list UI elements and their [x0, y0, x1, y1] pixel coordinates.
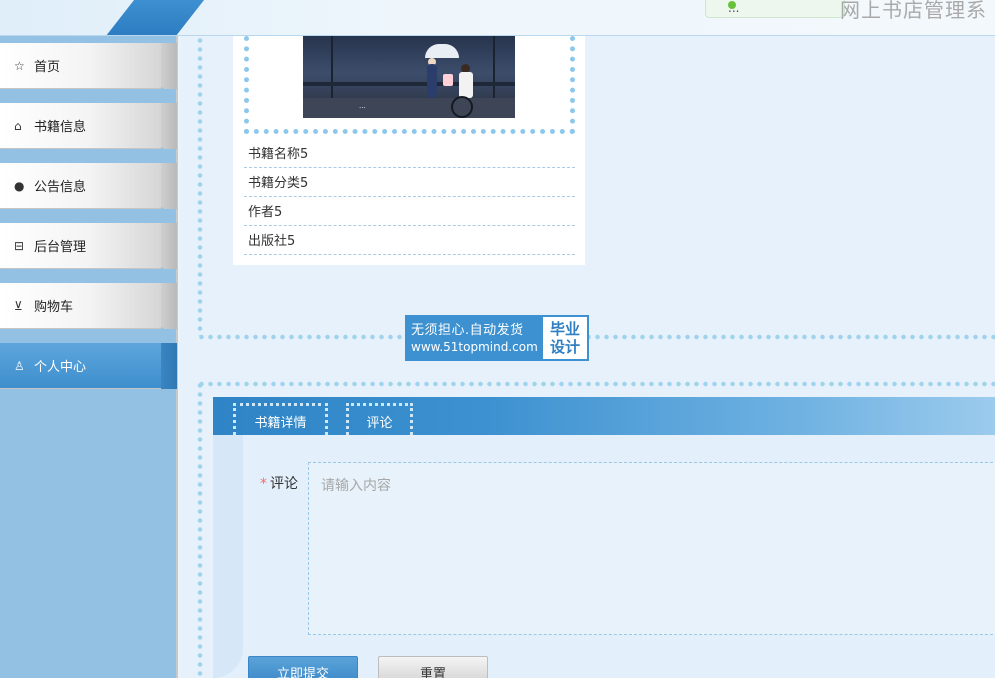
sidebar: ☆ 首页 ⌂ 书籍信息 ● 公告信息 ⊟ 后台管理 ⊻ 购物车 ♙ 个人中心 — [0, 36, 178, 678]
nav-divider-arrow — [161, 267, 175, 283]
dotted-separator — [197, 381, 995, 387]
form-panel-decoration — [213, 435, 243, 678]
sidebar-item-home[interactable]: ☆ 首页 — [0, 43, 177, 89]
tab-comments[interactable]: 评论 — [346, 403, 413, 435]
dotted-border-left-lower — [197, 381, 203, 678]
cover-caption: ... — [359, 102, 366, 110]
sidebar-item-label: 购物车 — [34, 300, 74, 315]
tab-book-details[interactable]: 书籍详情 — [233, 403, 328, 435]
ad-right-line1: 毕业 — [549, 320, 580, 338]
book-card: ... 书籍名称5 书籍分类5 作者5 出版社5 — [233, 36, 585, 265]
ad-badge-right: 毕业 设计 — [543, 317, 587, 359]
alert-circle-icon: ● — [14, 178, 25, 193]
reset-button[interactable]: 重置 — [378, 656, 488, 678]
bag-icon: ⌂ — [14, 118, 22, 133]
sidebar-item-profile[interactable]: ♙ 个人中心 — [0, 343, 177, 389]
nav-divider-arrow — [161, 207, 175, 223]
cover-ground — [303, 98, 515, 118]
comment-textarea[interactable] — [308, 462, 995, 635]
user-icon: ♙ — [14, 358, 25, 373]
book-category: 书籍分类5 — [244, 168, 575, 197]
nav-divider-arrow — [161, 87, 175, 103]
comment-field-label: * 评论 — [260, 473, 298, 493]
sidebar-item-admin[interactable]: ⊟ 后台管理 — [0, 223, 177, 269]
briefcase-icon: ⊟ — [14, 238, 25, 253]
star-icon: ☆ — [14, 58, 25, 73]
site-title: 网上书店管理系 — [840, 0, 987, 22]
cover-wheelchair-wheel — [451, 96, 473, 118]
ad-slogan: 无须担心.自动发货 — [411, 322, 524, 338]
sidebar-item-label: 首页 — [34, 60, 61, 75]
comment-form: * 评论 — [213, 435, 995, 678]
sidebar-item-books[interactable]: ⌂ 书籍信息 — [0, 103, 177, 149]
cover-figure-accent — [443, 74, 453, 86]
cover-umbrella — [425, 44, 459, 58]
cover-fence — [303, 82, 515, 86]
dotted-border-bottom — [197, 334, 995, 340]
ad-right-line2: 设计 — [549, 338, 580, 356]
nav-divider-arrow — [161, 327, 175, 343]
main-content: ... 书籍名称5 书籍分类5 作者5 出版社5 无须担心.自动发货 www.5… — [180, 36, 995, 678]
header-decoration-stripe — [101, 0, 209, 35]
tab-bar: 书籍详情 评论 — [213, 397, 995, 435]
dotted-border-left — [197, 36, 203, 336]
watermark-ad-badge: 无须担心.自动发货 www.51topmind.com 毕业 设计 — [405, 315, 589, 361]
sidebar-item-label: 书籍信息 — [34, 120, 87, 135]
online-status-icon — [728, 1, 736, 9]
top-header: ... 网上书店管理系 — [0, 0, 995, 36]
nav-divider-arrow — [161, 147, 175, 163]
cover-figure — [427, 64, 437, 98]
sidebar-item-label: 后台管理 — [34, 240, 87, 255]
book-author: 作者5 — [244, 197, 575, 226]
sidebar-item-label: 公告信息 — [34, 180, 87, 195]
sidebar-item-cart[interactable]: ⊻ 购物车 — [0, 283, 177, 329]
required-mark: * — [260, 476, 267, 492]
book-name: 书籍名称5 — [244, 139, 575, 168]
sidebar-item-label: 个人中心 — [34, 360, 87, 375]
book-publisher: 出版社5 — [244, 226, 575, 255]
user-status-chip[interactable]: ... — [705, 0, 845, 18]
sidebar-item-announcements[interactable]: ● 公告信息 — [0, 163, 177, 209]
cover-figure — [459, 72, 473, 98]
book-cover-image[interactable]: ... — [303, 36, 515, 118]
ad-badge-left: 无须担心.自动发货 www.51topmind.com — [407, 317, 543, 359]
ad-url: www.51topmind.com — [411, 339, 538, 354]
cart-icon: ⊻ — [14, 298, 23, 313]
submit-button[interactable]: 立即提交 — [248, 656, 358, 678]
comment-label-text: 评论 — [270, 476, 298, 492]
